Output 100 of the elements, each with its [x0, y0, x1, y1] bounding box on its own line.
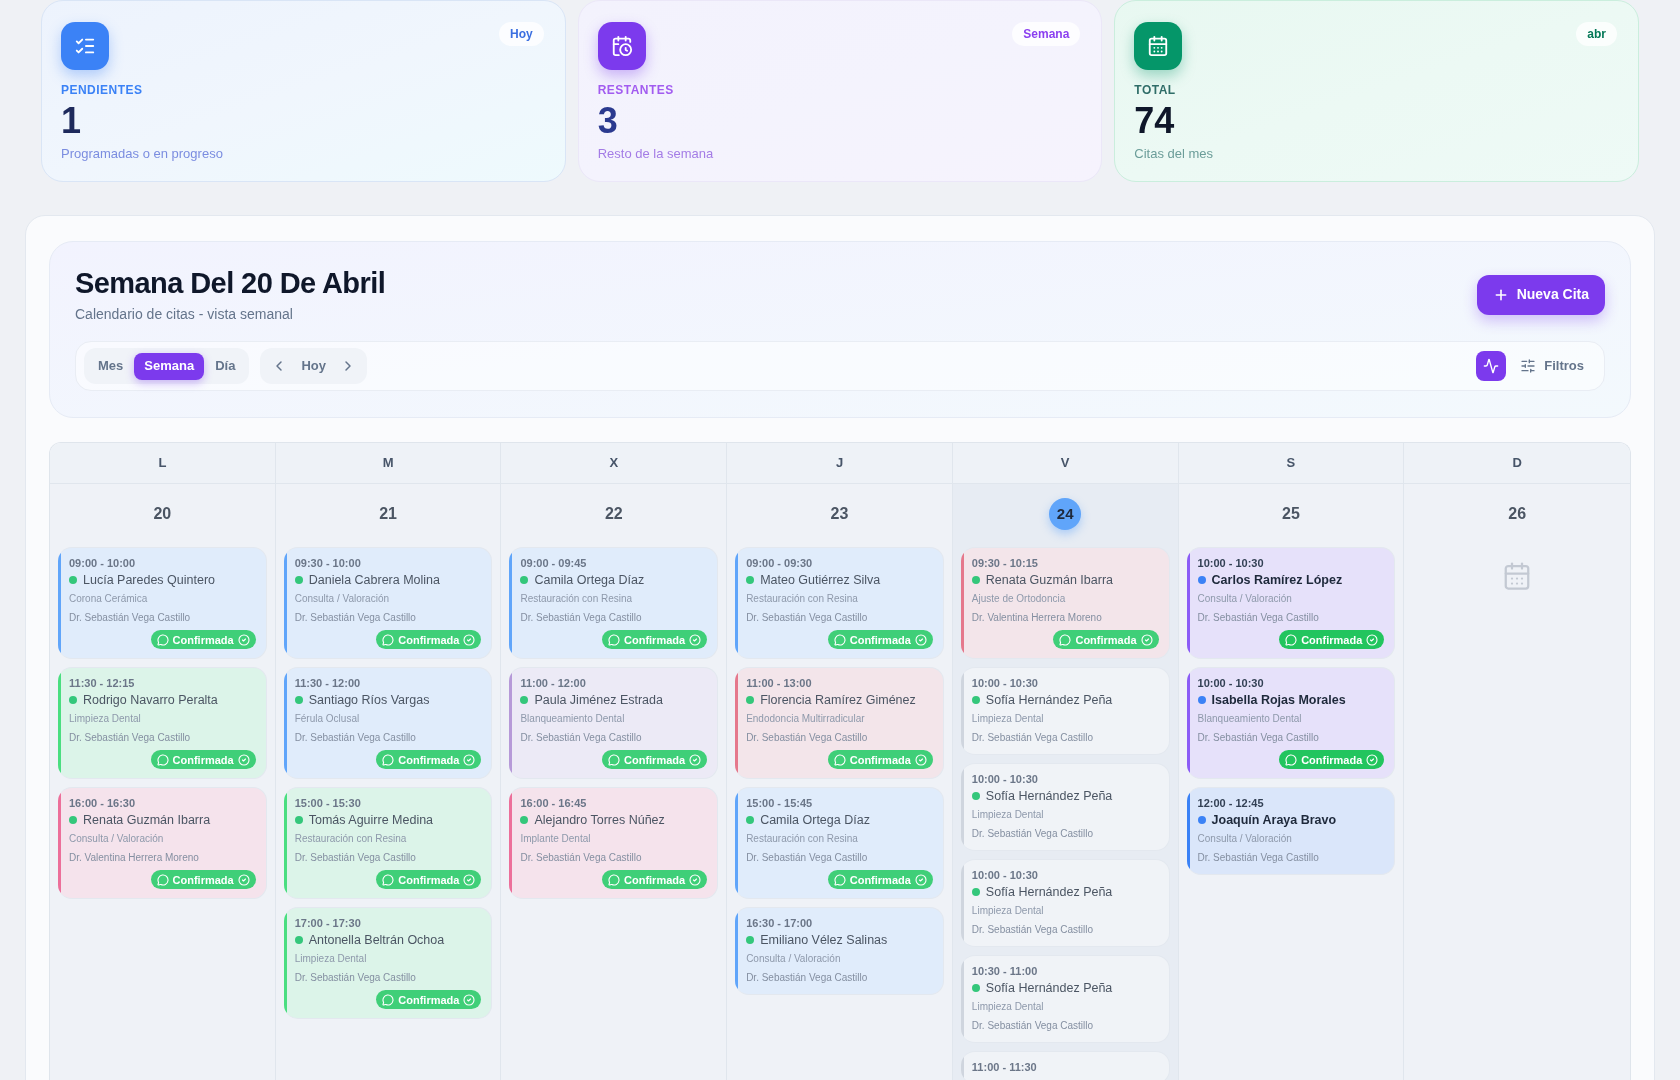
status-label: Confirmada — [1301, 632, 1363, 647]
check-circle-icon — [237, 753, 250, 766]
appointment-card[interactable]: 16:00 - 16:30 Renata Guzmán Ibarra Consulta / Valoración Dr. Valentina Herrera Moreno Confirmada — [58, 787, 267, 899]
appointment-card[interactable]: 09:30 - 10:15 Renata Guzmán Ibarra Ajuste de Ortodoncia Dr. Valentina Herrera Moreno Confirmada — [960, 547, 1170, 659]
status-label: Confirmada — [624, 752, 686, 767]
treatment-name: Blanqueamiento Dental — [1197, 712, 1302, 726]
period-badge: Hoy — [499, 22, 544, 46]
filters-button[interactable]: Filtros — [1520, 356, 1584, 376]
appointment-card[interactable]: 15:00 - 15:30 Tomás Aguirre Medina Restauración con Resina Dr. Sebastián Vega Castillo Confirmada — [283, 787, 493, 899]
appointment-time: 10:00 - 10:30 — [971, 868, 1038, 882]
day-number[interactable]: 20 — [153, 498, 172, 530]
patient-name: Mateo Gutiérrez Silva — [760, 572, 881, 589]
weekday-header: M — [275, 443, 501, 484]
patient-name: Santiago Ríos Vargas — [308, 692, 430, 709]
status-label: Confirmada — [624, 872, 686, 887]
status-label: Confirmada — [172, 872, 234, 887]
appointment-card[interactable]: 11:30 - 12:00 Santiago Ríos Vargas Férula Oclusal Dr. Sebastián Vega Castillo Confirmada — [283, 667, 493, 779]
doctor-name: Dr. Sebastián Vega Castillo — [971, 923, 1094, 937]
check-circle-icon — [1366, 633, 1379, 646]
chat-bubble-icon — [1285, 753, 1298, 766]
appointment-card[interactable]: 10:00 - 10:30 Sofía Hernández Peña Limpieza Dental Dr. Sebastián Vega Castillo — [960, 763, 1170, 851]
chat-bubble-icon — [833, 753, 846, 766]
appointment-card[interactable]: 10:00 - 10:30 Sofía Hernández Peña Limpieza Dental Dr. Sebastián Vega Castillo — [960, 667, 1170, 755]
status-label: Confirmada — [849, 752, 911, 767]
stat-value: 3 — [597, 101, 618, 141]
appointment-time: 11:00 - 12:00 — [520, 676, 586, 690]
day-number[interactable]: 21 — [379, 498, 397, 530]
patient-name: Paula Jiménez Estrada — [534, 692, 663, 709]
appointment-card[interactable]: 10:00 - 10:30 Carlos Ramírez López Consulta / Valoración Dr. Sebastián Vega Castillo Confirmada — [1186, 547, 1396, 659]
appointment-time: 10:00 - 10:30 — [1197, 676, 1264, 690]
activity-button[interactable] — [1476, 351, 1507, 381]
view-tab[interactable]: Mes — [88, 352, 134, 380]
appointment-card[interactable]: 16:30 - 17:00 Emiliano Vélez Salinas Consulta / Valoración Dr. Sebastián Vega Castillo — [735, 907, 944, 995]
appointment-card[interactable]: 17:00 - 17:30 Antonella Beltrán Ochoa Limpieza Dental Dr. Sebastián Vega Castillo Confirmada — [283, 907, 493, 1019]
appointment-card[interactable]: 11:00 - 11:30 — [960, 1051, 1170, 1080]
appointment-card[interactable]: 09:00 - 10:00 Lucía Paredes Quintero Corona Cerámica Dr. Sebastián Vega Castillo Confirmada — [58, 547, 267, 659]
treatment-name: Consulta / Valoración — [746, 952, 841, 966]
day-number[interactable]: 24 — [1049, 498, 1082, 530]
appointment-card[interactable]: 09:00 - 09:45 Camila Ortega Díaz Restauración con Resina Dr. Sebastián Vega Castillo Confirmada — [509, 547, 719, 659]
patient-name: Antonella Beltrán Ochoa — [308, 932, 445, 949]
treatment-name: Consulta / Valoración — [294, 592, 389, 606]
day-number[interactable]: 23 — [830, 498, 849, 530]
period-badge: abr — [1576, 22, 1617, 46]
appointment-time: 11:00 - 13:00 — [746, 676, 812, 690]
appointment-time: 10:30 - 11:00 — [971, 964, 1038, 978]
doctor-name: Dr. Sebastián Vega Castillo — [746, 611, 868, 625]
doctor-name: Dr. Sebastián Vega Castillo — [1197, 851, 1319, 865]
appointment-card[interactable]: 11:00 - 13:00 Florencia Ramírez Giménez Endodoncia Multirradicular Dr. Sebastián Vega Castillo Confirmada — [735, 667, 944, 779]
treatment-name: Limpieza Dental — [69, 712, 141, 726]
day-number[interactable]: 25 — [1282, 498, 1300, 530]
treatment-name: Corona Cerámica — [69, 592, 148, 606]
appointment-card[interactable]: 09:00 - 09:30 Mateo Gutiérrez Silva Restauración con Resina Dr. Sebastián Vega Castillo Confirmada — [735, 547, 944, 659]
patient-name: Renata Guzmán Ibarra — [985, 572, 1113, 589]
appointment-card[interactable]: 10:30 - 11:00 Sofía Hernández Peña Limpieza Dental Dr. Sebastián Vega Castillo — [960, 955, 1170, 1043]
patient-name: Carlos Ramírez López — [1211, 572, 1343, 589]
patient-name: Sofía Hernández Peña — [985, 692, 1113, 709]
chat-bubble-icon — [382, 753, 395, 766]
patient-name: Camila Ortega Díaz — [534, 572, 645, 589]
day-number[interactable]: 22 — [604, 498, 623, 530]
doctor-name: Dr. Sebastián Vega Castillo — [746, 971, 868, 985]
pulse-line-icon — [1483, 358, 1500, 374]
doctor-name: Dr. Sebastián Vega Castillo — [69, 611, 191, 625]
appointment-card[interactable]: 15:00 - 15:45 Camila Ortega Díaz Restauración con Resina Dr. Sebastián Vega Castillo Confirmada — [735, 787, 944, 899]
status-label: Confirmada — [849, 872, 911, 887]
appointment-card[interactable]: 16:00 - 16:45 Alejandro Torres Núñez Implante Dental Dr. Sebastián Vega Castillo Confirmada — [509, 787, 719, 899]
day-number[interactable]: 26 — [1508, 498, 1527, 530]
patient-name: Lucía Paredes Quintero — [83, 572, 216, 589]
doctor-name: Dr. Sebastián Vega Castillo — [520, 731, 642, 745]
doctor-name: Dr. Sebastián Vega Castillo — [520, 611, 642, 625]
treatment-name: Consulta / Valoración — [1197, 832, 1292, 846]
status-label: Confirmada — [398, 632, 460, 647]
appointment-card[interactable]: 10:00 - 10:30 Isabella Rojas Morales Blanqueamiento Dental Dr. Sebastián Vega Castillo Confirmada — [1186, 667, 1396, 779]
appointment-card[interactable]: 09:30 - 10:00 Daniela Cabrera Molina Consulta / Valoración Dr. Sebastián Vega Castillo Confirmada — [283, 547, 493, 659]
chat-bubble-icon — [608, 753, 620, 766]
appointment-card[interactable]: 12:00 - 12:45 Joaquín Araya Bravo Consulta / Valoración Dr. Sebastián Vega Castillo — [1186, 787, 1396, 875]
appointment-card[interactable]: 10:00 - 10:30 Sofía Hernández Peña Limpieza Dental Dr. Sebastián Vega Castillo — [960, 859, 1170, 947]
appointment-card[interactable]: 11:00 - 12:00 Paula Jiménez Estrada Blanqueamiento Dental Dr. Sebastián Vega Castillo Confirmada — [509, 667, 719, 779]
appointment-time: 17:00 - 17:30 — [294, 916, 361, 930]
today-button[interactable]: Hoy — [293, 352, 334, 380]
view-tab[interactable]: Semana — [134, 352, 205, 380]
patient-name: Daniela Cabrera Molina — [308, 572, 441, 589]
patient-name: Tomás Aguirre Medina — [308, 812, 434, 829]
appointment-time: 10:00 - 10:30 — [971, 772, 1038, 786]
doctor-name: Dr. Sebastián Vega Castillo — [971, 731, 1094, 745]
appointment-time: 10:00 - 10:30 — [1197, 556, 1264, 570]
status-label: Confirmada — [398, 992, 460, 1007]
new-appointment-button[interactable]: Nueva Cita — [1476, 274, 1605, 315]
check-circle-icon — [237, 873, 250, 886]
treatment-name: Limpieza Dental — [971, 712, 1044, 726]
view-tab[interactable]: Día — [205, 352, 246, 380]
chat-bubble-icon — [833, 633, 846, 646]
appointment-time: 09:30 - 10:15 — [971, 556, 1038, 570]
check-circle-icon — [1366, 753, 1379, 766]
appointment-time: 16:30 - 17:00 — [746, 916, 813, 930]
doctor-name: Dr. Sebastián Vega Castillo — [294, 851, 416, 865]
check-circle-icon — [914, 633, 927, 646]
appointment-card[interactable]: 11:30 - 12:15 Rodrigo Navarro Peralta Limpieza Dental Dr. Sebastián Vega Castillo Confirmada — [58, 667, 267, 779]
check-circle-icon — [237, 633, 250, 646]
weekday-header: S — [1178, 443, 1404, 484]
chat-bubble-icon — [382, 993, 395, 1006]
